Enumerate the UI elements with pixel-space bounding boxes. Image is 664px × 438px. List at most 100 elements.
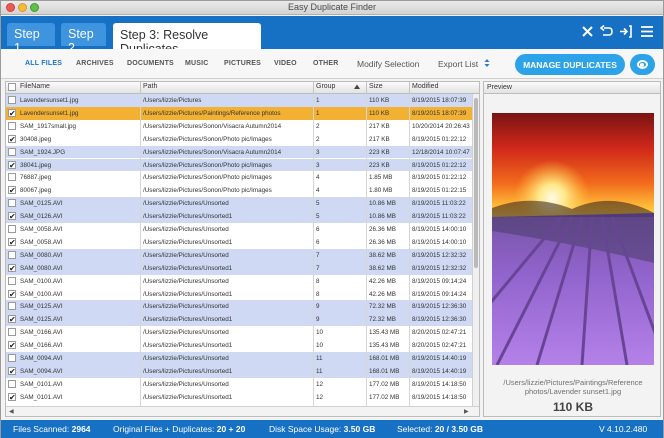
filename-cell: SAM_0125.AVI (20, 303, 63, 311)
table-row[interactable]: ✔ SAM_0166.AVI/Users/lizzie/Pictures/Unso… (6, 339, 472, 352)
path-cell: /Users/lizzie/Pictures/Sonon/Photo pic/I… (143, 135, 272, 143)
table-row[interactable]: ✔ 38041.jpeg/Users/lizzie/Pictures/Sonon/… (6, 158, 472, 172)
group-cell: 1 (316, 109, 320, 117)
filename-cell: SAM_0125.AVI (20, 200, 63, 208)
column-path[interactable]: Path (143, 83, 157, 90)
tab-all-files[interactable]: ALL FILES (25, 60, 62, 67)
table-row[interactable]: 76887.jpeg/Users/lizzie/Pictures/Sonon/P… (6, 171, 472, 185)
vertical-scroll-thumb[interactable] (474, 98, 478, 268)
row-checkbox[interactable] (8, 276, 16, 285)
table-row[interactable]: SAM_0166.AVI/Users/lizzie/Pictures/Unsor… (6, 326, 472, 340)
tab-other[interactable]: OTHER (313, 60, 339, 67)
disk-usage-label: Disk Space Usage: (269, 424, 342, 434)
step-1-tab[interactable]: Step 1 (7, 23, 55, 55)
table-row[interactable]: SAM_1917small.jpg/Users/lizzie/Pictures/… (6, 119, 472, 133)
filename-cell: SAM_0058.AVI (20, 238, 63, 246)
export-list-chevron-icon[interactable] (484, 58, 490, 70)
modify-selection-menu[interactable]: Modify Selection (357, 59, 419, 69)
group-cell: 12 (316, 393, 324, 401)
row-checkbox[interactable] (8, 96, 16, 104)
table-row[interactable]: ✔ SAM_0125.AVI/Users/lizzie/Pictures/Unso… (6, 313, 472, 327)
manage-duplicates-button[interactable]: MANAGE DUPLICATES (515, 54, 625, 75)
size-cell: 10.86 MB (369, 200, 396, 208)
row-checkbox[interactable] (8, 328, 16, 337)
column-filename[interactable]: FileName (20, 83, 50, 90)
row-checkbox[interactable] (8, 250, 16, 259)
tab-documents[interactable]: DOCUMENTS (127, 60, 174, 67)
row-checkbox[interactable]: ✔ (8, 186, 16, 195)
row-checkbox[interactable]: ✔ (8, 315, 16, 324)
table-row[interactable]: SAM_0125.AVI/Users/lizzie/Pictures/Unsor… (6, 197, 472, 211)
modified-cell: 8/19/2015 11:03:22 (412, 200, 466, 208)
undo-icon[interactable] (599, 24, 613, 40)
table-row[interactable]: Lavendersunset1.jpg/Users/lizzie/Picture… (6, 94, 472, 107)
tools-icon[interactable] (581, 25, 594, 40)
row-checkbox[interactable] (8, 199, 16, 208)
modified-cell: 8/20/2015 02:47:21 (412, 342, 467, 350)
preview-image (492, 113, 654, 365)
preview-file-path: /Users/lizzie/Pictures/Paintings/Referen… (503, 378, 643, 396)
table-row[interactable]: ✔ SAM_0126.AVI/Users/lizzie/Pictures/Unso… (6, 210, 472, 223)
row-checkbox[interactable]: ✔ (8, 366, 16, 375)
group-cell: 7 (316, 264, 320, 272)
row-checkbox[interactable] (8, 173, 16, 182)
table-row[interactable]: ✔ Lavendersunset1.jpg/Users/lizzie/Pictur… (6, 106, 472, 120)
table-row[interactable]: SAM_0100.AVI/Users/lizzie/Pictures/Unsor… (6, 274, 472, 288)
table-row[interactable]: ✔ 80067.jpeg/Users/lizzie/Pictures/Sonon/… (6, 184, 472, 198)
preview-file-size: 110 KB (552, 400, 594, 414)
row-checkbox[interactable] (8, 354, 16, 362)
tab-pictures[interactable]: PICTURES (224, 60, 261, 67)
table-row[interactable]: SAM_0058.AVI/Users/lizzie/Pictures/Unsor… (6, 223, 472, 236)
modified-cell: 8/19/2015 14:40:19 (412, 355, 467, 362)
row-checkbox[interactable]: ✔ (8, 108, 16, 117)
row-checkbox[interactable]: ✔ (8, 289, 16, 298)
row-checkbox[interactable]: ✔ (8, 263, 16, 272)
row-checkbox[interactable] (8, 121, 16, 130)
step-3-tab[interactable]: Step 3: Resolve Duplicates (113, 23, 261, 56)
table-row[interactable]: SAM_0125.AVI/Users/lizzie/Pictures/Unsor… (6, 300, 472, 314)
select-all-checkbox[interactable] (8, 83, 16, 91)
row-checkbox[interactable] (8, 379, 16, 388)
row-checkbox[interactable]: ✔ (8, 237, 16, 246)
modified-cell: 8/19/2015 01:22:12 (412, 161, 467, 169)
row-checkbox[interactable]: ✔ (8, 341, 16, 350)
column-size[interactable]: Size (369, 83, 383, 90)
table-row[interactable]: ✔ SAM_0094.AVI/Users/lizzie/Pictures/Unso… (6, 364, 472, 378)
filename-cell: SAM_1917small.jpg (20, 122, 77, 130)
step-2-tab[interactable]: Step 2 (61, 23, 106, 55)
column-group[interactable]: Group (316, 83, 335, 90)
logout-icon[interactable] (619, 25, 632, 40)
table-row[interactable]: SAM_0094.AVI/Users/lizzie/Pictures/Unsor… (6, 352, 472, 365)
row-checkbox[interactable]: ✔ (8, 392, 16, 401)
tab-music[interactable]: MUSIC (185, 60, 209, 67)
table-horizontal-scrollbar[interactable]: ◀ ▶ (6, 406, 479, 416)
scroll-right-icon[interactable]: ▶ (464, 408, 469, 415)
filename-cell: 38041.jpeg (20, 161, 52, 169)
table-row[interactable]: SAM_1924.JPG/Users/lizzie/Pictures/Sonon… (6, 145, 472, 159)
row-checkbox[interactable] (8, 302, 16, 311)
tab-archives[interactable]: ARCHIVES (76, 60, 114, 67)
row-checkbox[interactable] (8, 147, 16, 156)
table-vertical-scrollbar[interactable] (472, 94, 479, 406)
table-row[interactable]: SAM_0080.AVI/Users/lizzie/Pictures/Unsor… (6, 248, 472, 262)
row-checkbox[interactable]: ✔ (8, 160, 16, 169)
table-row[interactable]: ✔ SAM_0101.AVI/Users/lizzie/Pictures/Unso… (6, 390, 472, 404)
table-row[interactable]: ✔ 30408.jpeg/Users/lizzie/Pictures/Sonon/… (6, 132, 472, 146)
table-row[interactable]: ✔ SAM_0100.AVI/Users/lizzie/Pictures/Unso… (6, 287, 472, 301)
menu-icon[interactable] (640, 25, 654, 40)
row-checkbox[interactable]: ✔ (8, 212, 16, 221)
export-list-menu[interactable]: Export List (438, 59, 478, 69)
modified-cell: 8/19/2015 12:32:32 (412, 264, 467, 272)
table-row[interactable]: ✔ SAM_0080.AVI/Users/lizzie/Pictures/Unso… (6, 261, 472, 275)
table-row[interactable]: SAM_0101.AVI/Users/lizzie/Pictures/Unsor… (6, 377, 472, 391)
path-cell: /Users/lizzie/Pictures/Unsorted (143, 277, 229, 285)
table-row[interactable]: ✔ SAM_0058.AVI/Users/lizzie/Pictures/Unso… (6, 235, 472, 249)
row-checkbox[interactable] (8, 225, 16, 233)
tab-video[interactable]: VIDEO (274, 60, 297, 67)
column-modified[interactable]: Modified (412, 83, 438, 90)
scroll-left-icon[interactable]: ◀ (9, 408, 14, 415)
row-checkbox[interactable]: ✔ (8, 134, 16, 143)
size-cell: 223 KB (369, 148, 390, 156)
path-cell: /Users/lizzie/Pictures/Paintings/Referen… (143, 109, 281, 117)
preview-toggle-button[interactable] (630, 54, 655, 75)
